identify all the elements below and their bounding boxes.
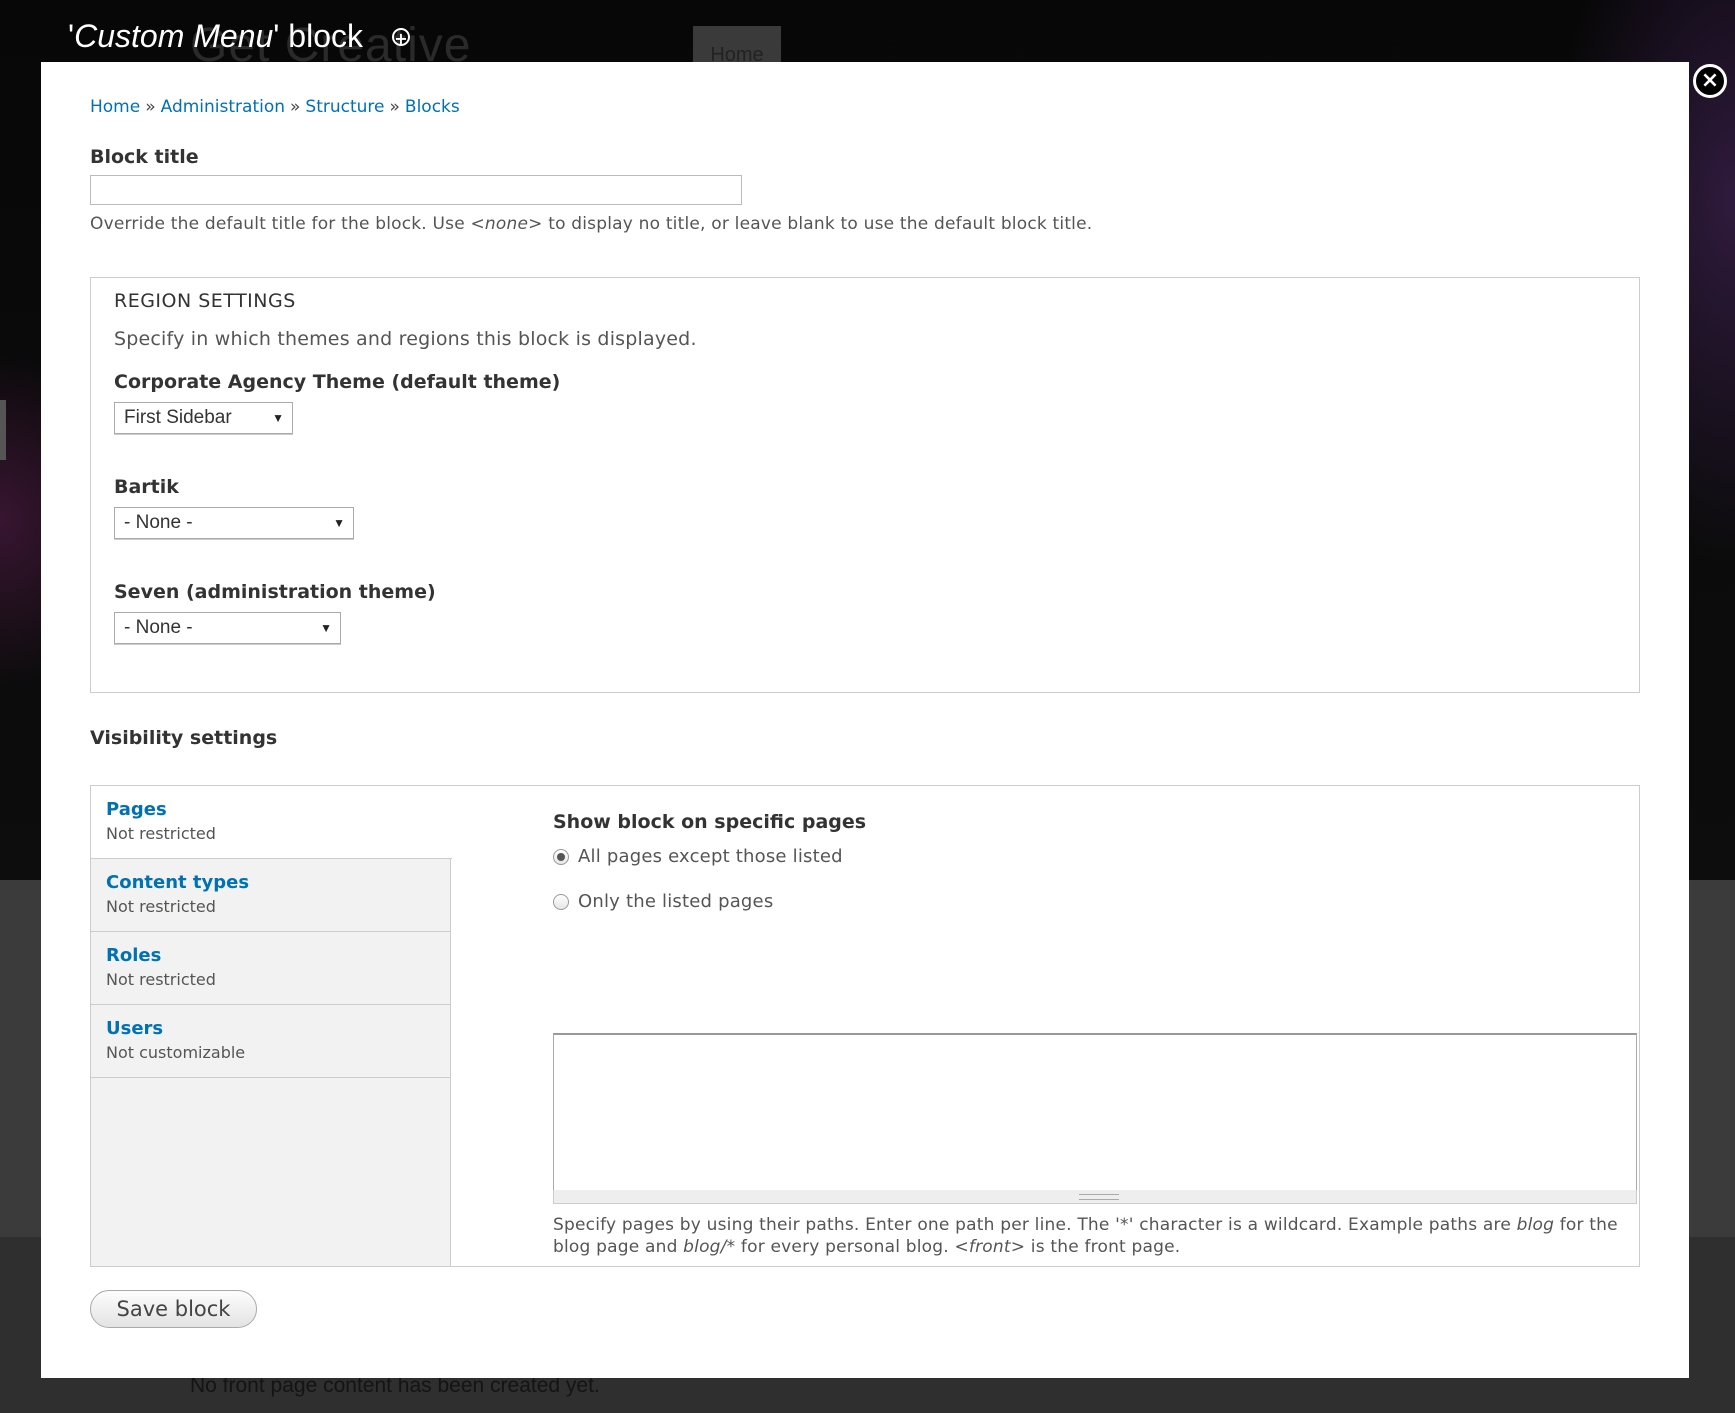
tab-content-types-title: Content types: [106, 872, 250, 893]
pages-help-text: for the: [1554, 1215, 1618, 1235]
pages-help-example: <front>: [954, 1237, 1026, 1257]
pages-textarea[interactable]: [553, 1033, 1637, 1191]
pages-pane-heading: Show block on specific pages: [553, 811, 867, 833]
textarea-resize-handle[interactable]: [553, 1190, 1637, 1204]
overlay-title: 'Custom Menu' block: [68, 18, 363, 55]
tab-pages-title: Pages: [106, 799, 167, 820]
radio-all-pages-except-label: All pages except those listed: [578, 846, 843, 867]
breadcrumb-separator: »: [389, 97, 400, 117]
region-settings-legend: REGION SETTINGS: [114, 290, 296, 312]
pages-help-text: for every personal blog.: [735, 1237, 955, 1257]
block-title-description-text: Override the default title for the block…: [90, 214, 471, 234]
tab-roles-title: Roles: [106, 945, 162, 966]
dropdown-arrow-icon: ▼: [272, 411, 284, 425]
tab-content-types-summary: Not restricted: [106, 897, 216, 916]
region-settings-fieldset: REGION SETTINGS Specify in which themes …: [90, 277, 1640, 693]
breadcrumb-home[interactable]: Home: [90, 97, 140, 117]
save-block-button[interactable]: Save block: [90, 1290, 257, 1328]
tab-roles-summary: Not restricted: [106, 970, 216, 989]
overlay-modal: Home» Administration» Structure» Blocks Blo…: [41, 62, 1689, 1378]
tab-pages[interactable]: Pages Not restricted: [91, 786, 452, 859]
pages-help-text: is the front page.: [1025, 1237, 1181, 1257]
visibility-settings-heading: Visibility settings: [90, 727, 278, 749]
tab-roles[interactable]: Roles Not restricted: [91, 932, 451, 1005]
block-title-description-text: to display no title, or leave blank to u…: [542, 214, 1093, 234]
block-title-description-none: <none>: [470, 214, 543, 234]
region-select-seven[interactable]: - None - ▼: [114, 612, 341, 644]
region-select-value: - None -: [124, 512, 193, 533]
vertical-tabs-menu: Pages Not restricted Content types Not r…: [91, 786, 452, 1266]
dropdown-arrow-icon: ▼: [320, 621, 332, 635]
theme-label-corporate: Corporate Agency Theme (default theme): [114, 371, 561, 393]
breadcrumb-structure[interactable]: Structure: [305, 97, 384, 117]
pages-help-example: blog: [1516, 1215, 1555, 1235]
pages-help-text: Specify pages by using their paths. Ente…: [553, 1215, 1517, 1235]
tab-content-types[interactable]: Content types Not restricted: [91, 859, 451, 932]
pages-help-line-1: Specify pages by using their paths. Ente…: [553, 1215, 1618, 1235]
background-nav-home: Home: [693, 26, 781, 62]
region-settings-description: Specify in which themes and regions this…: [114, 328, 697, 350]
visibility-vertical-tabs: Pages Not restricted Content types Not r…: [90, 785, 1640, 1267]
plus-icon[interactable]: +: [392, 28, 410, 48]
region-select-bartik[interactable]: - None - ▼: [114, 507, 354, 539]
tab-users-summary: Not customizable: [106, 1043, 246, 1062]
dropdown-arrow-icon: ▼: [333, 516, 345, 530]
theme-label-seven: Seven (administration theme): [114, 581, 436, 603]
overlay-title-block-name: Custom Menu: [74, 18, 274, 54]
radio-all-pages-except[interactable]: [553, 849, 569, 865]
tab-pages-summary: Not restricted: [106, 824, 216, 843]
radio-only-listed-label: Only the listed pages: [578, 891, 774, 912]
block-title-label: Block title: [90, 146, 199, 168]
theme-label-bartik: Bartik: [114, 476, 179, 498]
background-side-tab: [0, 400, 6, 460]
breadcrumb-separator: »: [145, 97, 156, 117]
pages-help-example: blog/*: [683, 1237, 736, 1257]
block-title-input[interactable]: [90, 175, 742, 205]
tab-users-title: Users: [106, 1018, 164, 1039]
region-select-value: - None -: [124, 617, 193, 638]
block-title-description: Override the default title for the block…: [90, 214, 1092, 234]
close-icon[interactable]: ×: [1693, 64, 1727, 98]
tab-users[interactable]: Users Not customizable: [91, 1005, 451, 1078]
radio-only-listed[interactable]: [553, 894, 569, 910]
overlay-title-rest: ' block: [273, 18, 363, 54]
breadcrumb: Home» Administration» Structure» Blocks: [90, 97, 460, 117]
breadcrumb-separator: »: [290, 97, 301, 117]
pages-help-line-2: blog page and blog/* for every personal …: [553, 1237, 1180, 1257]
region-select-corporate[interactable]: First Sidebar ▼: [114, 402, 293, 434]
breadcrumb-administration[interactable]: Administration: [161, 97, 285, 117]
breadcrumb-blocks[interactable]: Blocks: [405, 97, 460, 117]
region-select-value: First Sidebar: [124, 407, 232, 428]
pages-help-text: blog page and: [553, 1237, 684, 1257]
